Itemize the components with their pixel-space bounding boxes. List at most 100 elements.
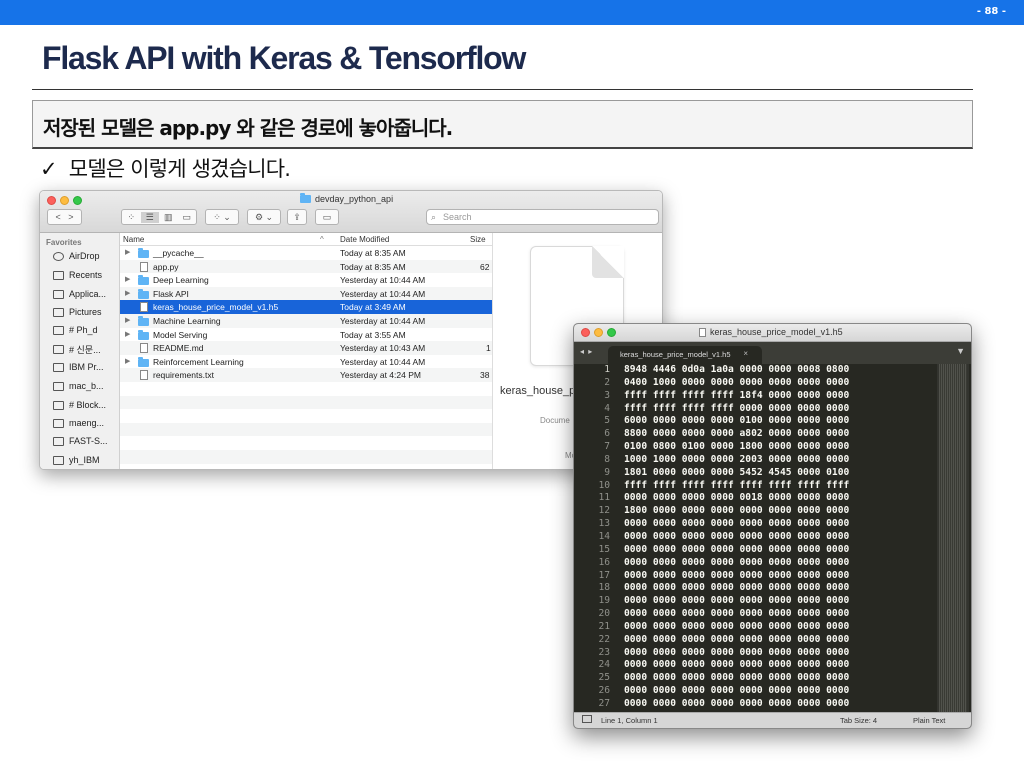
code-line: 13 0000 0000 0000 0000 0000 0000 0000 000… [574, 518, 971, 531]
file-row[interactable]: ▶ Flask API Yesterday at 10:44 AM [120, 286, 492, 301]
subtitle-text: 저장된 모델은 app.py 와 같은 경로에 놓아줍니다. [43, 116, 453, 140]
group-by-button[interactable]: ⁘ ⌄ [205, 209, 239, 225]
disclosure-triangle-icon[interactable]: ▶ [125, 357, 130, 365]
sidebar-item-maeng[interactable]: maeng... [53, 416, 104, 430]
folder-icon [138, 248, 149, 258]
line-number: 18 [598, 582, 610, 594]
document-icon [699, 327, 706, 337]
tab-navigation-icon[interactable]: ◂ ▸ [580, 347, 593, 356]
sidebar-item-ibm-pr[interactable]: IBM Pr... [53, 360, 104, 374]
disclosure-triangle-icon[interactable]: ▶ [125, 289, 130, 297]
file-row[interactable]: ▶ Machine Learning Yesterday at 10:44 AM [120, 313, 492, 328]
action-gear-button[interactable]: ⚙ ⌄ [247, 209, 281, 225]
sidebar-item-block[interactable]: # Block... [53, 398, 106, 412]
line-number: 4 [604, 402, 610, 414]
sidebar-item-newspaper[interactable]: # 신문... [53, 342, 101, 356]
list-view-icon[interactable]: ☰ [140, 211, 159, 223]
line-number: 16 [598, 556, 610, 568]
sidebar-item-mac-b[interactable]: mac_b... [53, 379, 104, 393]
file-row[interactable]: app.py Today at 8:35 AM 62 [120, 259, 492, 274]
close-window-button[interactable] [581, 328, 590, 337]
code-line: 8 1000 1000 0000 0000 2003 0000 0000 0000 [574, 453, 971, 467]
line-number: 12 [598, 505, 610, 517]
syntax-indicator[interactable]: Plain Text [913, 716, 945, 725]
line-number: 8 [604, 453, 610, 465]
line-number: 6 [604, 428, 610, 440]
share-button[interactable]: ⇪ [287, 209, 307, 225]
icon-view-icon[interactable]: ⁘ [122, 212, 141, 223]
code-line: 4 ffff ffff ffff ffff 0000 0000 0000 0000 [574, 402, 971, 416]
slide-title: Flask API with Keras & Tensorflow [42, 40, 526, 76]
line-number: 9 [604, 466, 610, 478]
file-row[interactable]: requirements.txt Yesterday at 4:24 PM 38 [120, 368, 492, 382]
close-tab-icon[interactable]: × [743, 349, 748, 358]
minimize-window-button[interactable] [60, 196, 69, 205]
disclosure-triangle-icon[interactable]: ▶ [125, 248, 130, 256]
line-number: 11 [598, 492, 610, 504]
line-number: 27 [598, 697, 610, 709]
folder-icon [53, 400, 64, 410]
line-text: 0000 0000 0000 0000 0000 0000 0000 0000 [624, 518, 850, 530]
editor-titlebar: keras_house_price_model_v1.h5 [574, 324, 971, 342]
editor-status-bar: Line 1, Column 1 Tab Size: 4 Plain Text [574, 712, 971, 728]
file-row[interactable]: README.md Yesterday at 10:43 AM 1 [120, 341, 492, 355]
file-row[interactable]: ▶ Reinforcement Learning Yesterday at 10… [120, 355, 492, 369]
code-line: 17 0000 0000 0000 0000 0000 0000 0000 000… [574, 569, 971, 583]
file-row-selected[interactable]: keras_house_price_model_v1.h5 Today at 3… [120, 300, 492, 314]
folder-icon [138, 329, 149, 340]
sidebar-item-airdrop[interactable]: AirDrop [53, 249, 100, 263]
column-size-header[interactable]: Size [470, 235, 486, 244]
sort-chevron-icon: ^ [320, 235, 324, 244]
tab-keras-model[interactable]: keras_house_price_model_v1.h5 × [608, 346, 762, 364]
disclosure-triangle-icon[interactable]: ▶ [125, 275, 130, 283]
line-number: 3 [604, 389, 610, 401]
file-list-header: Name ^ Date Modified Size [120, 233, 492, 246]
file-list: Name ^ Date Modified Size ▶ __pycache__ … [120, 233, 492, 469]
gallery-view-icon[interactable]: ▭ [178, 212, 197, 223]
sidebar-item-fast-s[interactable]: FAST-S... [53, 434, 108, 448]
line-text: 0000 0000 0000 0000 0000 0000 0000 0000 [624, 685, 850, 697]
line-text: 0000 0000 0000 0000 0000 0000 0000 0000 [624, 530, 850, 542]
tab-dropdown-icon[interactable]: ▼ [956, 346, 965, 356]
hex-content-area[interactable]: 1 8948 4446 0d0a 1a0a 0000 0000 0008 0800… [574, 364, 971, 714]
column-name-header[interactable]: Name [123, 235, 144, 244]
column-view-icon[interactable]: ▥ [159, 212, 178, 223]
sidebar-item-pictures[interactable]: Pictures [53, 305, 102, 319]
sidebar-item-ph-d[interactable]: # Ph_d [53, 323, 98, 337]
disclosure-triangle-icon[interactable]: ▶ [125, 316, 130, 324]
tag-button[interactable]: ▭ [315, 209, 339, 225]
sidebar-item-recents[interactable]: Recents [53, 268, 102, 282]
code-line: 19 0000 0000 0000 0000 0000 0000 0000 000… [574, 595, 971, 608]
code-line: 1 8948 4446 0d0a 1a0a 0000 0000 0008 0800 [574, 364, 971, 377]
line-number: 17 [598, 569, 610, 581]
close-window-button[interactable] [47, 196, 56, 205]
applications-icon [53, 289, 64, 299]
zoom-window-button[interactable] [73, 196, 82, 205]
line-text: 0400 1000 0000 0000 0000 0000 0000 0000 [624, 376, 850, 388]
minimize-window-button[interactable] [594, 328, 603, 337]
line-text: 0000 0000 0000 0000 0000 0000 0000 0000 [624, 543, 850, 555]
disclosure-triangle-icon[interactable]: ▶ [125, 330, 130, 338]
code-line: 18 0000 0000 0000 0000 0000 0000 0000 000… [574, 582, 971, 595]
file-row[interactable]: ▶ __pycache__ Today at 8:35 AM [120, 246, 492, 260]
code-line: 14 0000 0000 0000 0000 0000 0000 0000 000… [574, 530, 971, 544]
file-row[interactable]: ▶ Deep Learning Yesterday at 10:44 AM [120, 273, 492, 287]
line-text: 0000 0000 0000 0000 0000 0000 0000 0000 [624, 672, 850, 684]
check-icon: ✓ [40, 157, 58, 181]
search-field[interactable]: ⌕ Search [426, 209, 659, 225]
view-mode-buttons[interactable]: ⁘ ☰ ▥ ▭ [121, 209, 197, 225]
zoom-window-button[interactable] [607, 328, 616, 337]
column-date-header[interactable]: Date Modified [340, 235, 389, 244]
back-forward-buttons[interactable]: < > [47, 209, 82, 225]
cursor-position: Line 1, Column 1 [601, 716, 658, 725]
minimap[interactable] [939, 364, 967, 714]
tab-size-indicator[interactable]: Tab Size: 4 [840, 716, 877, 725]
sidebar-item-applications[interactable]: Applica... [53, 287, 106, 301]
empty-row [120, 449, 492, 464]
airdrop-icon [53, 251, 64, 261]
panel-toggle-icon[interactable] [582, 715, 592, 723]
file-row[interactable]: ▶ Model Serving Today at 3:55 AM [120, 328, 492, 342]
sidebar-item-yh-ibm[interactable]: yh_IBM [53, 453, 100, 467]
code-line: 26 0000 0000 0000 0000 0000 0000 0000 000… [574, 685, 971, 698]
folder-icon [53, 325, 64, 335]
